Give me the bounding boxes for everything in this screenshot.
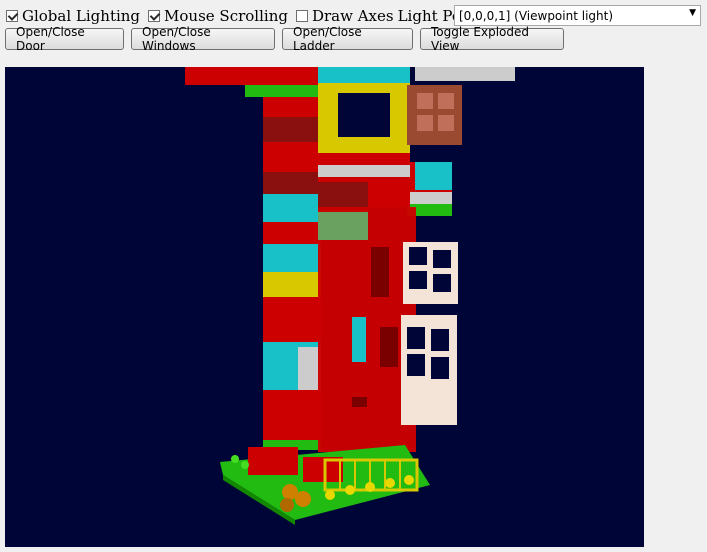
draw-axes-option[interactable]: Draw Axes [295,7,394,25]
button-row: Open/Close Door Open/Close Windows Open/… [5,25,564,53]
global-lighting-checkbox[interactable] [6,10,18,22]
global-lighting-label: Global Lighting [22,7,141,25]
open-close-door-button[interactable]: Open/Close Door [5,25,124,53]
open-close-ladder-button[interactable]: Open/Close Ladder [282,25,413,53]
dropdown-arrow-icon: ▼ [689,8,696,18]
open-close-windows-button[interactable]: Open/Close Windows [131,25,275,53]
mouse-scrolling-label: Mouse Scrolling [164,7,288,25]
mouse-scrolling-checkbox[interactable] [148,10,161,22]
draw-axes-label: Draw Axes [311,7,394,25]
3d-viewport[interactable] [5,67,644,547]
draw-axes-checkbox[interactable] [295,10,308,22]
global-lighting-option[interactable]: Global Lighting [6,7,140,25]
mouse-scrolling-option[interactable]: Mouse Scrolling [148,7,288,25]
toggle-exploded-view-button[interactable]: Toggle Exploded View [420,25,564,53]
light-position-select[interactable]: [0,0,0,1] (Viewpoint light) ▼ [454,5,701,26]
light-position-value: [0,0,0,1] (Viewpoint light) [459,8,614,23]
lego-tower-scene [185,67,515,525]
